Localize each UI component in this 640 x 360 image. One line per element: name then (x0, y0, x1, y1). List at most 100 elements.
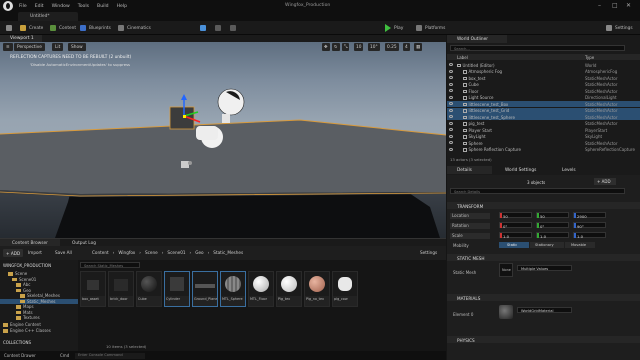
rotation-x-field[interactable]: 0° (499, 222, 532, 229)
asset-tile[interactable]: brick_door (108, 271, 134, 307)
add-button[interactable]: + ADD (3, 249, 23, 257)
visibility-eye-icon[interactable] (449, 134, 453, 138)
material-dropdown[interactable]: WorldGridMaterial (517, 307, 572, 313)
asset-tile[interactable]: Cube (136, 271, 162, 307)
visibility-eye-icon[interactable] (449, 89, 453, 92)
outliner-row[interactable]: box_test StaticMeshActor (447, 75, 640, 81)
asset-tile[interactable]: MTL_Floor (248, 271, 274, 307)
outliner-row[interactable]: SkyLight SkyLight (447, 134, 640, 140)
cinematics-button[interactable]: Cinematics (118, 24, 151, 32)
outliner-row[interactable]: pig_test StaticMeshActor (447, 121, 640, 127)
material-thumbnail[interactable] (499, 305, 513, 319)
scale-z-field[interactable]: 1.0 (573, 232, 606, 239)
save-all-button[interactable]: Save All (55, 250, 72, 255)
details-search-input[interactable]: Search Details (450, 188, 625, 194)
maximize-icon[interactable]: □ (612, 2, 618, 9)
content-settings-button[interactable]: Settings (420, 250, 437, 255)
rotation-z-field[interactable]: 90° (573, 222, 606, 229)
breadcrumb-item[interactable]: Scene (145, 250, 158, 255)
project-root[interactable]: WINGFOX_PRODUCTION (3, 263, 81, 269)
content-button[interactable]: Content (50, 24, 76, 32)
levels-tab[interactable]: Levels (552, 166, 592, 174)
play-button[interactable]: Play (385, 23, 403, 33)
asset-tile[interactable]: Ground_Plane (192, 271, 218, 307)
asset-tile[interactable]: box_asset (80, 271, 106, 307)
visibility-eye-icon[interactable] (449, 69, 453, 73)
outliner-row[interactable]: Atmospheric Fog AtmosphericFog (447, 69, 640, 75)
location-y-field[interactable]: 50 (536, 212, 569, 219)
asset-tile[interactable]: Pig_tex (276, 271, 302, 307)
import-button[interactable]: Import (28, 250, 42, 255)
angle-snap-button[interactable]: 10° (368, 43, 380, 51)
materials-section[interactable]: MATERIALS (447, 294, 640, 301)
asset-tile[interactable]: Cylinder (164, 271, 190, 307)
console-input[interactable]: Enter Console Command (75, 352, 145, 359)
foliage-mode-icon[interactable] (230, 24, 239, 32)
outliner-row[interactable]: littlescene_test_Grid StaticMeshActor (447, 107, 640, 114)
visibility-eye-icon[interactable] (449, 108, 453, 112)
perspective-button[interactable]: Perspective (14, 43, 45, 51)
asset-search-input[interactable]: Search Static_Meshes (80, 262, 140, 268)
outliner-row[interactable]: littlescene_test_Box StaticMeshActor (447, 101, 640, 107)
content-drawer-button[interactable]: Content Drawer (4, 353, 36, 358)
tree-item-engine-cpp[interactable]: Engine C++ Classes (0, 328, 78, 334)
grid-snap-button[interactable]: 10 (354, 43, 364, 51)
visibility-eye-icon[interactable] (449, 95, 453, 99)
camera-speed-button[interactable]: 4 (403, 43, 410, 51)
location-x-field[interactable]: 50 (499, 212, 532, 219)
static-mesh-thumbnail[interactable]: None (499, 263, 513, 277)
collections-header[interactable]: COLLECTIONS (3, 340, 81, 346)
outliner-row[interactable]: littlescene_test_Sphere StaticMeshActor (447, 114, 640, 120)
breadcrumb-item[interactable]: Static_Meshes (213, 250, 243, 255)
label-column-header[interactable]: Label (457, 55, 468, 60)
scale-y-field[interactable]: 1.0 (536, 232, 569, 239)
outliner-row[interactable]: Player Start PlayerStart (447, 127, 640, 133)
asset-tile[interactable]: pig_cow (332, 271, 358, 307)
close-icon[interactable]: ✕ (626, 2, 631, 9)
visibility-eye-icon[interactable] (449, 121, 453, 125)
visibility-eye-icon[interactable] (449, 147, 453, 151)
level-viewport[interactable]: ≡ Perspective Lit Show ✥ ↻ ⤡ 10 10° 0.25… (0, 42, 446, 238)
location-z-field[interactable]: 2900 (573, 212, 606, 219)
platforms-button[interactable]: Platforms (416, 24, 445, 32)
create-button[interactable]: Create (20, 24, 43, 32)
visibility-eye-icon[interactable] (449, 115, 453, 118)
outliner-row[interactable]: Light Source DirectionalLight (447, 95, 640, 101)
viewport-menu-button[interactable]: ≡ (3, 43, 13, 51)
breadcrumb-item[interactable]: Scene01 (167, 250, 185, 255)
settings-button[interactable]: Settings (606, 24, 633, 32)
rotate-tool-icon[interactable]: ↻ (332, 43, 340, 51)
visibility-eye-icon[interactable] (449, 82, 453, 86)
breadcrumb-item[interactable]: Geo (195, 250, 203, 255)
details-tab[interactable]: Details (447, 166, 492, 174)
menu-file[interactable]: File (19, 4, 27, 9)
visibility-eye-icon[interactable] (449, 128, 453, 131)
menu-build[interactable]: Build (97, 4, 109, 9)
outliner-search-input[interactable]: Search... (450, 45, 625, 51)
static-mesh-dropdown[interactable]: Multiple Values (517, 265, 572, 271)
visibility-eye-icon[interactable] (449, 63, 453, 66)
scale-label[interactable]: Scale (450, 233, 490, 239)
rotation-y-field[interactable]: 0° (536, 222, 569, 229)
outliner-row[interactable]: Untitled (Editor) World (447, 62, 640, 68)
breadcrumb-item[interactable]: Wingfox (118, 250, 135, 255)
asset-tile[interactable]: Pig_no_tex (304, 271, 330, 307)
mobility-static-button[interactable]: Static (499, 242, 529, 248)
visibility-eye-icon[interactable] (449, 141, 453, 144)
landscape-mode-icon[interactable] (215, 24, 224, 32)
outliner-row[interactable]: Floor StaticMeshActor (447, 88, 640, 94)
physics-section[interactable]: PHYSICS (447, 336, 640, 343)
rotation-label[interactable]: Rotation (450, 223, 490, 229)
outliner-row[interactable]: Sphere StaticMeshActor (447, 140, 640, 146)
tree-item-engine-content[interactable]: Engine Content (0, 322, 78, 328)
scale-tool-icon[interactable]: ⤡ (342, 43, 350, 51)
static-mesh-section[interactable]: STATIC MESH (447, 254, 640, 261)
asset-tile[interactable]: MTL_Sphere (220, 271, 246, 307)
outliner-row[interactable]: Sphere Reflection Capture SphereReflectio… (447, 147, 640, 153)
menu-tools[interactable]: Tools (78, 4, 89, 9)
select-mode-icon[interactable] (200, 24, 209, 32)
cmd-button[interactable]: Cmd (60, 353, 69, 358)
unreal-logo-icon[interactable] (3, 1, 13, 11)
visibility-eye-icon[interactable] (449, 76, 453, 79)
world-settings-tab[interactable]: World Settings (495, 166, 550, 174)
